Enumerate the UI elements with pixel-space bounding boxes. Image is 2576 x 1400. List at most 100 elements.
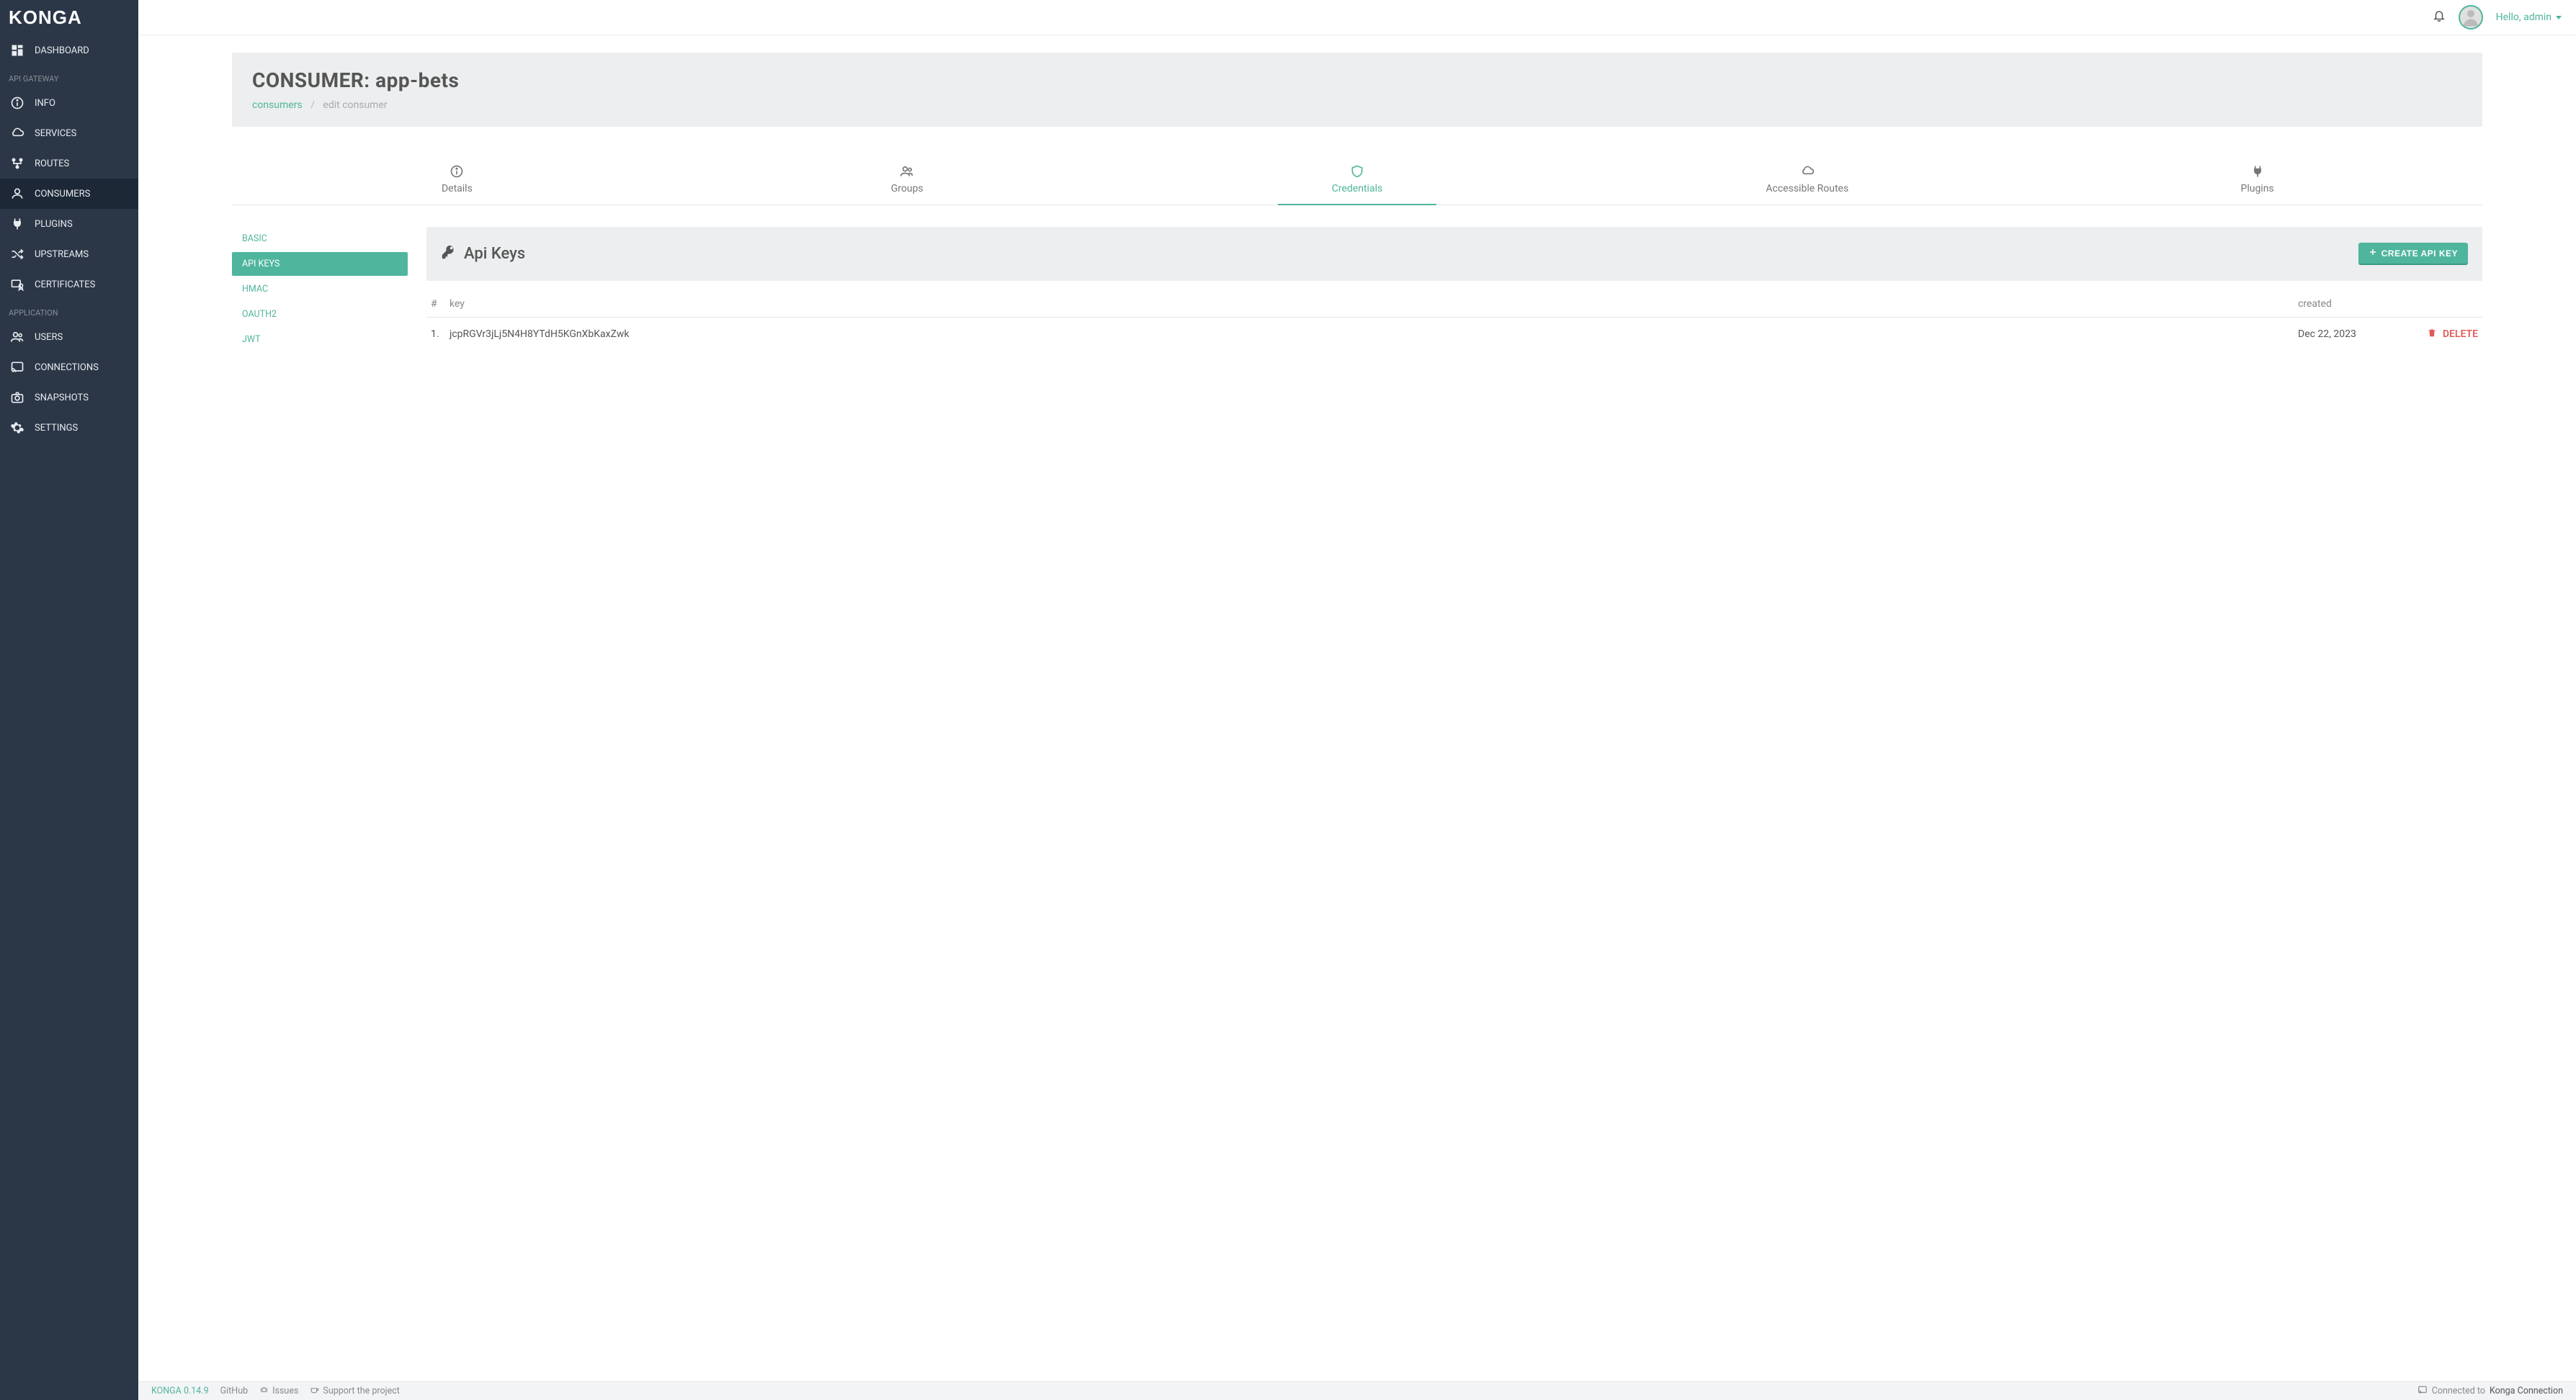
topbar: Hello, admin — [138, 0, 2576, 35]
cast-icon — [2418, 1385, 2428, 1398]
sidebar-item-upstreams[interactable]: UPSTREAMS — [0, 239, 138, 269]
key-icon — [441, 244, 457, 264]
user-menu[interactable]: Hello, admin — [2496, 12, 2562, 23]
avatar[interactable] — [2459, 5, 2483, 30]
sidebar: KONGA DASHBOARD API GATEWAY INFO SERVICE… — [0, 0, 138, 1400]
api-keys-table: # key created 1. jcpRGVr3jLj5N4H8YTdH5KG… — [426, 291, 2482, 351]
certificate-icon — [10, 277, 24, 292]
tabs: Details Groups Credentials Accessible Ro… — [232, 156, 2482, 205]
cred-nav-oauth2[interactable]: OAUTH2 — [232, 302, 408, 326]
row-key: jcpRGVr3jLj5N4H8YTdH5KGnXbKaxZwk — [450, 328, 2298, 340]
trash-icon — [2427, 328, 2437, 341]
sidebar-label: ROUTES — [35, 158, 69, 169]
tab-label: Details — [442, 183, 473, 194]
table-row: 1. jcpRGVr3jLj5N4H8YTdH5KGnXbKaxZwk Dec … — [426, 318, 2482, 351]
create-button-label: CREATE API KEY — [2382, 248, 2458, 259]
sidebar-item-info[interactable]: INFO — [0, 88, 138, 118]
cred-nav-basic[interactable]: BASIC — [232, 227, 408, 251]
cred-nav-jwt[interactable]: JWT — [232, 328, 408, 351]
sidebar-item-connections[interactable]: CONNECTIONS — [0, 352, 138, 382]
shield-icon — [1350, 164, 1364, 179]
sidebar-label: USERS — [35, 332, 63, 343]
create-api-key-button[interactable]: CREATE API KEY — [2358, 243, 2468, 265]
bell-icon[interactable] — [2433, 9, 2446, 25]
footer-support-text: Support the project — [323, 1386, 399, 1396]
sidebar-item-settings[interactable]: SETTINGS — [0, 413, 138, 443]
sidebar-label: CONNECTIONS — [35, 362, 99, 373]
footer-issues-link[interactable]: Issues — [259, 1385, 298, 1397]
footer-github-link[interactable]: GitHub — [220, 1386, 248, 1396]
sidebar-item-consumers[interactable]: CONSUMERS — [0, 179, 138, 209]
credentials-heading-text: Api Keys — [464, 245, 525, 263]
tab-details[interactable]: Details — [232, 156, 682, 205]
plug-icon — [2250, 164, 2265, 179]
credentials-side-nav: BASIC API KEYS HMAC OAUTH2 JWT — [232, 227, 408, 353]
camera-icon — [10, 390, 24, 405]
sidebar-item-services[interactable]: SERVICES — [0, 118, 138, 148]
col-header-created: created — [2298, 298, 2399, 310]
row-created: Dec 22, 2023 — [2298, 328, 2399, 340]
sidebar-label: SNAPSHOTS — [35, 392, 89, 403]
breadcrumb-root[interactable]: consumers — [252, 99, 303, 111]
sidebar-item-routes[interactable]: ROUTES — [0, 148, 138, 179]
users-icon — [10, 330, 24, 344]
footer-connection-status[interactable]: Connected to Konga Connection — [2418, 1385, 2563, 1398]
shuffle-icon — [10, 247, 24, 261]
tab-credentials[interactable]: Credentials — [1132, 156, 1583, 205]
row-num: 1. — [431, 328, 450, 340]
person-icon — [10, 187, 24, 201]
delete-button[interactable]: DELETE — [2399, 328, 2478, 341]
footer-support-link[interactable]: Support the project — [310, 1385, 399, 1397]
sidebar-label: UPSTREAMS — [35, 249, 89, 260]
sidebar-item-dashboard[interactable]: DASHBOARD — [0, 35, 138, 66]
sidebar-label: SERVICES — [35, 128, 76, 139]
tab-label: Plugins — [2240, 183, 2273, 194]
tab-groups[interactable]: Groups — [682, 156, 1132, 205]
sidebar-label: SETTINGS — [35, 423, 78, 434]
footer-connection-name: Konga Connection — [2490, 1386, 2563, 1396]
delete-label: DELETE — [2443, 328, 2478, 340]
bug-icon — [259, 1385, 269, 1397]
coffee-icon — [310, 1385, 319, 1397]
sidebar-label: DASHBOARD — [35, 45, 89, 56]
brand-logo[interactable]: KONGA — [0, 0, 138, 35]
tab-label: Credentials — [1332, 183, 1382, 194]
page-header: CONSUMER: app-bets consumers / edit cons… — [232, 53, 2482, 127]
caret-down-icon — [2556, 16, 2562, 19]
table-header: # key created — [426, 291, 2482, 318]
plug-icon — [10, 217, 24, 231]
sidebar-item-snapshots[interactable]: SNAPSHOTS — [0, 382, 138, 413]
tab-routes[interactable]: Accessible Routes — [1582, 156, 2032, 205]
col-header-action — [2399, 298, 2478, 310]
tab-label: Groups — [891, 183, 923, 194]
col-header-num: # — [431, 298, 450, 310]
info-icon — [10, 96, 24, 110]
credentials-heading: Api Keys CREATE API KEY — [426, 227, 2482, 281]
footer-brand[interactable]: KONGA 0.14.9 — [151, 1386, 209, 1396]
tab-plugins[interactable]: Plugins — [2032, 156, 2482, 205]
cred-nav-hmac[interactable]: HMAC — [232, 277, 408, 301]
sidebar-label: CERTIFICATES — [35, 279, 95, 290]
breadcrumb-separator: / — [310, 99, 315, 111]
cloud-icon — [10, 126, 24, 140]
routes-icon — [10, 156, 24, 171]
cloud-icon — [1800, 164, 1815, 179]
sidebar-item-plugins[interactable]: PLUGINS — [0, 209, 138, 239]
users-icon — [900, 164, 914, 179]
info-icon — [450, 164, 464, 179]
gear-icon — [10, 421, 24, 435]
cred-nav-apikeys[interactable]: API KEYS — [232, 252, 408, 276]
plus-icon — [2369, 248, 2377, 259]
sidebar-item-users[interactable]: USERS — [0, 322, 138, 352]
sidebar-label: CONSUMERS — [35, 189, 90, 199]
tab-label: Accessible Routes — [1766, 183, 1848, 194]
user-greeting-text: Hello, admin — [2496, 12, 2552, 23]
cast-icon — [10, 360, 24, 374]
sidebar-item-certificates[interactable]: CERTIFICATES — [0, 269, 138, 300]
sidebar-label: INFO — [35, 98, 55, 109]
footer-issues-text: Issues — [272, 1386, 298, 1396]
breadcrumb-current: edit consumer — [323, 99, 387, 111]
sidebar-section-application: APPLICATION — [0, 300, 138, 322]
col-header-key: key — [450, 298, 2298, 310]
breadcrumb: consumers / edit consumer — [252, 99, 2462, 111]
